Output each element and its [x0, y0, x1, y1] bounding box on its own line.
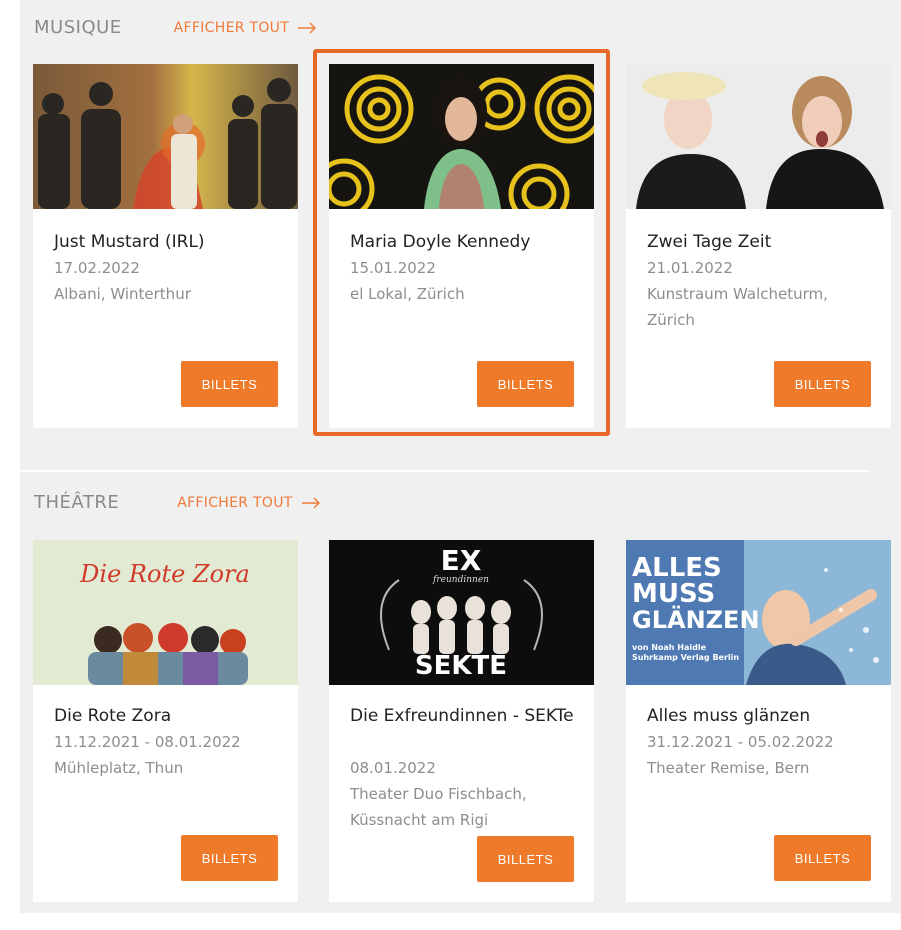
section-divider [14, 470, 869, 472]
section-title: THÉÂTRE [34, 492, 120, 513]
event-image[interactable]: Die Rote Zora [33, 540, 298, 685]
poster-credit: Suhrkamp Verlag Berlin [632, 653, 739, 662]
tickets-button[interactable]: BILLETS [477, 361, 574, 407]
event-image[interactable]: ALLES MUSS GLÄNZEN von Noah Haidle Suhrk… [626, 540, 891, 685]
event-card[interactable]: Maria Doyle Kennedy 15.01.2022 el Lokal,… [329, 64, 594, 428]
event-card[interactable]: Just Mustard (IRL) 17.02.2022 Albani, Wi… [33, 64, 298, 428]
poster-line: MUSS [632, 579, 715, 609]
event-date: 15.01.2022 [350, 259, 436, 277]
see-all-link[interactable]: AFFICHER TOUT [174, 20, 317, 36]
see-all-label: AFFICHER TOUT [177, 494, 293, 511]
arrow-right-icon [298, 22, 317, 33]
event-venue: Albani, Winterthur [54, 285, 191, 303]
see-all-link[interactable]: AFFICHER TOUT [177, 495, 320, 511]
event-card[interactable]: Zwei Tage Zeit 21.01.2022 Kunstraum Walc… [626, 64, 891, 428]
poster-text: Die Rote Zora [79, 560, 250, 588]
event-title[interactable]: Alles muss glänzen [647, 704, 875, 729]
event-venue: Theater Remise, Bern [647, 759, 810, 777]
section-header-theatre: THÉÂTRE AFFICHER TOUT [34, 492, 321, 513]
event-date: 31.12.2021 - 05.02.2022 [647, 733, 834, 751]
event-venue: el Lokal, Zürich [350, 285, 465, 303]
tickets-button[interactable]: BILLETS [774, 361, 871, 407]
event-card[interactable]: ALLES MUSS GLÄNZEN von Noah Haidle Suhrk… [626, 540, 891, 902]
event-venue: Kunstraum Walcheturm, Zürich [647, 285, 828, 329]
poster-title: EX [441, 544, 482, 577]
event-date: 08.01.2022 [350, 759, 436, 777]
arrow-right-icon [301, 497, 320, 508]
see-all-label: AFFICHER TOUT [173, 19, 290, 36]
event-image[interactable] [33, 64, 298, 209]
section-header-music: MUSIQUE AFFICHER TOUT [34, 17, 317, 38]
event-image[interactable] [626, 64, 891, 209]
event-title[interactable]: Just Mustard (IRL) [54, 230, 282, 255]
event-title[interactable]: Die Rote Zora [54, 704, 282, 729]
tickets-button[interactable]: BILLETS [181, 361, 278, 407]
poster-bottom-text: SEKTE [415, 651, 507, 681]
poster-subtitle: freundinnen [432, 575, 489, 585]
event-date: 21.01.2022 [647, 259, 733, 277]
event-image[interactable] [329, 64, 594, 209]
event-card[interactable]: EX freundinnen SEKTE Die Exfreundinnen -… [329, 540, 594, 902]
event-image[interactable]: EX freundinnen SEKTE [329, 540, 594, 685]
event-venue: Mühleplatz, Thun [54, 759, 184, 777]
tickets-button[interactable]: BILLETS [477, 836, 574, 882]
tickets-button[interactable]: BILLETS [774, 835, 871, 881]
event-title[interactable]: Zwei Tage Zeit [647, 230, 875, 255]
event-venue: Theater Duo Fischbach, Küssnacht am Rigi [350, 785, 527, 829]
tickets-button[interactable]: BILLETS [181, 835, 278, 881]
event-date: 11.12.2021 - 08.01.2022 [54, 733, 241, 751]
section-title: MUSIQUE [34, 17, 122, 38]
event-card[interactable]: Die Rote Zora Die Rote Zora 11.12.2021 -… [33, 540, 298, 902]
poster-credit: von Noah Haidle [632, 643, 707, 652]
event-title[interactable]: Maria Doyle Kennedy [350, 230, 578, 255]
event-title[interactable]: Die Exfreundinnen - SEKTe [350, 704, 578, 729]
poster-line: GLÄNZEN [632, 605, 760, 634]
event-date: 17.02.2022 [54, 259, 140, 277]
